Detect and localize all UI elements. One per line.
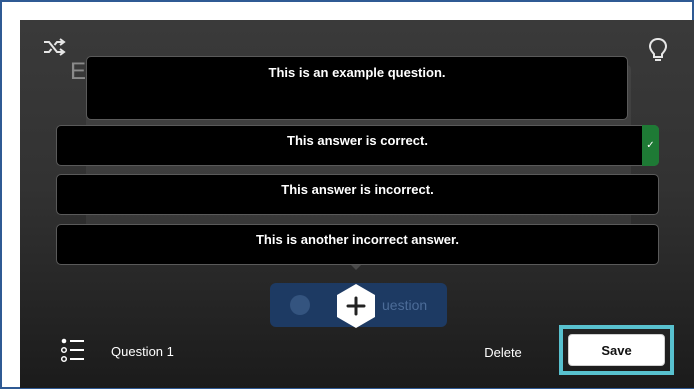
- delete-button[interactable]: Delete: [475, 341, 531, 363]
- shuffle-button[interactable]: [40, 36, 68, 58]
- answer-field-correct[interactable]: This answer is correct. ✓: [56, 125, 659, 166]
- background-editor-letter: E: [70, 58, 87, 85]
- shuffle-icon: [44, 38, 66, 56]
- question-list-button[interactable]: [60, 337, 86, 363]
- answer-text: This answer is correct.: [287, 133, 428, 148]
- answer-text: This answer is incorrect.: [281, 182, 434, 197]
- background-plus-circle-icon: [290, 295, 310, 315]
- check-icon: ✓: [646, 140, 655, 151]
- hint-button[interactable]: [646, 36, 670, 64]
- answer-field-incorrect[interactable]: This answer is incorrect.: [56, 174, 659, 215]
- current-question-label: Question 1: [111, 344, 174, 359]
- list-icon: [60, 338, 84, 363]
- answer-text: This is another incorrect answer.: [255, 232, 459, 247]
- question-text: This is an example question.: [268, 65, 446, 80]
- add-answer-button[interactable]: [332, 282, 380, 330]
- screenshot-frame: E uestion This is an example question. T…: [0, 0, 694, 389]
- correct-answer-toggle[interactable]: ✓: [642, 125, 659, 166]
- save-button[interactable]: Save: [568, 334, 665, 366]
- lightbulb-icon: [648, 37, 668, 61]
- question-editor-overlay: E uestion This is an example question. T…: [20, 20, 694, 388]
- background-add-question-label: uestion: [382, 297, 428, 313]
- question-text-field[interactable]: This is an example question.: [86, 56, 628, 120]
- answer-field-incorrect[interactable]: This is another incorrect answer.: [56, 224, 659, 265]
- plus-icon: [337, 284, 375, 328]
